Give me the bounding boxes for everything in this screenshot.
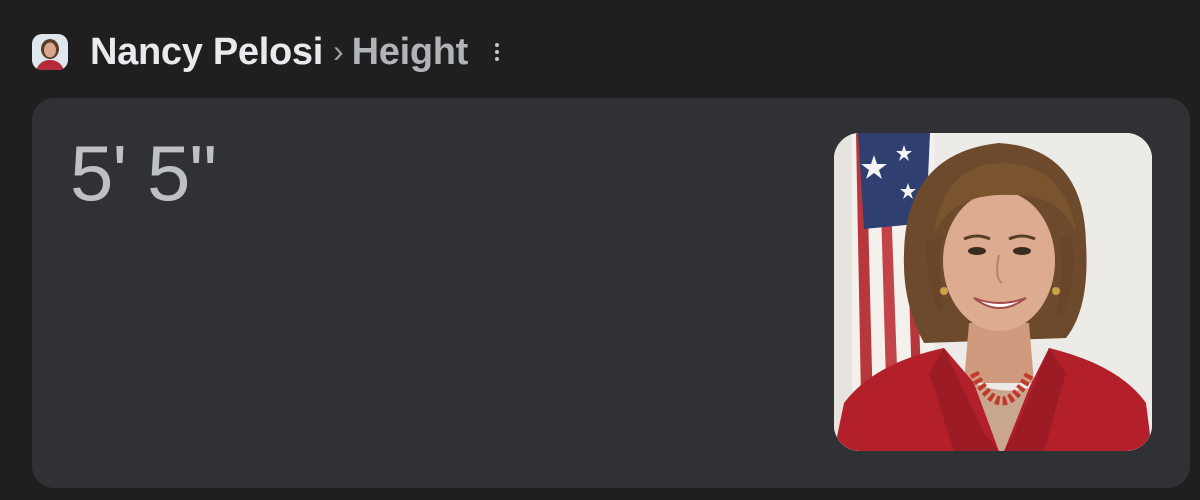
dot: [495, 50, 500, 54]
more-vert-icon[interactable]: [490, 39, 504, 65]
portrait-illustration: [834, 133, 1152, 451]
knowledge-header: Nancy Pelosi › Height: [32, 28, 504, 76]
dot: [495, 57, 500, 61]
breadcrumb-separator: ›: [332, 32, 344, 69]
height-answer: 5' 5": [70, 129, 217, 217]
avatar-image: [32, 34, 68, 70]
dot: [495, 43, 500, 47]
attribute-name: Height: [351, 30, 469, 73]
avatar[interactable]: [32, 34, 68, 70]
entity-name[interactable]: Nancy Pelosi: [90, 31, 323, 74]
portrait-photo[interactable]: [834, 133, 1152, 451]
answer-card: 5' 5": [32, 98, 1190, 488]
